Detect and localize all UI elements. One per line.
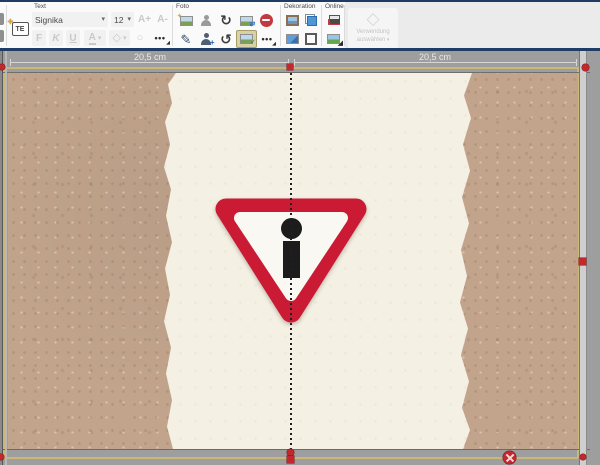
photo-more-button[interactable]: ••• ◢ [257, 31, 277, 47]
page-margin-left [5, 51, 7, 465]
section-label-online: Online [325, 4, 344, 11]
corner-arrow-icon: ◢ [166, 41, 170, 46]
page-edge-right-outer [586, 51, 587, 465]
section-divider [321, 5, 322, 46]
toolbar: Text TE + Signika ▾ 12 ▾ A+ A- F K U A ▾… [0, 2, 600, 48]
text-more-button[interactable]: ••• ◢ [149, 30, 171, 46]
section-divider [280, 5, 281, 46]
chevron-down-icon: ▾ [123, 35, 127, 42]
cutoff-toolbar-icon[interactable] [0, 13, 4, 25]
add-clipart-button[interactable] [284, 31, 301, 46]
rotate-handle[interactable] [503, 451, 516, 464]
add-framed-picture-button[interactable] [284, 13, 301, 28]
clipart-icon [286, 34, 299, 44]
measurement-line-left [10, 62, 289, 63]
flip-icon: ↺ [220, 32, 232, 46]
flip-photo-button[interactable]: ↺ [217, 31, 235, 47]
photo-person-button[interactable] [197, 13, 215, 28]
selection-boundary-top [0, 67, 588, 69]
frame-icon [305, 33, 317, 45]
toolbar-bottom-border [0, 48, 600, 51]
fold-line [290, 73, 292, 449]
chevron-down-icon: ▾ [387, 37, 390, 43]
plus-badge-icon: + [8, 17, 14, 28]
font-increase-button[interactable]: A+ [137, 12, 152, 27]
page-edge-left [2, 51, 3, 465]
rotate-photo-button[interactable]: ↻ [217, 12, 235, 28]
online-order-button[interactable] [325, 12, 342, 28]
card-canvas[interactable] [8, 73, 578, 449]
photo-add-icon: ✦ [180, 16, 193, 26]
selection-handle-top-center[interactable] [287, 64, 293, 70]
chevron-down-icon: ▾ [101, 16, 105, 23]
copy-decoration-button[interactable] [302, 12, 319, 28]
ruler-width-label-left: 20,5 cm [60, 52, 240, 62]
page-edge-top [0, 72, 590, 73]
person-add-icon: + [201, 33, 212, 45]
add-textbox-button[interactable]: TE + [8, 12, 32, 46]
selection-handle-bottom-left[interactable] [0, 454, 4, 460]
no-entry-icon [260, 14, 273, 27]
section-label-dekoration: Dekoration [284, 4, 315, 11]
remove-photo-button[interactable] [257, 12, 275, 28]
cutoff-toolbar-icon[interactable] [0, 30, 4, 42]
photo-frame-active-button[interactable]: ✓ [236, 30, 257, 48]
textbox-icon: TE + [12, 22, 29, 36]
font-family-value: Signika [35, 15, 63, 25]
page-edge-bottom [0, 449, 590, 450]
edit-photo-button[interactable]: ✎ [177, 31, 195, 47]
font-size-select[interactable]: 12 ▾ [111, 12, 134, 27]
chevron-down-icon: ▾ [127, 16, 131, 23]
fold-handle-dot[interactable] [287, 449, 294, 456]
section-divider [344, 5, 345, 46]
selection-handle-bottom-right[interactable] [580, 454, 586, 460]
text-color-icon: A [89, 32, 96, 45]
section-label-text: Text [34, 4, 46, 11]
copy-icon [305, 14, 317, 26]
upload-image-icon: ◢ [327, 34, 340, 44]
add-frame-button[interactable] [302, 31, 319, 47]
fold-handle-square[interactable] [287, 456, 294, 463]
diamond-icon: ◇ [366, 9, 379, 29]
text-color-button[interactable]: A ▾ [84, 30, 106, 46]
measurement-line-right [294, 62, 577, 63]
font-family-select[interactable]: Signika ▾ [32, 12, 108, 27]
rotate-icon: ↻ [220, 13, 232, 27]
selection-handle-top-right[interactable] [582, 64, 589, 71]
clear-formatting-button[interactable]: ○ [133, 30, 147, 46]
photo-swap-icon: ⇄ [240, 16, 253, 26]
chevron-down-icon: ▾ [98, 35, 102, 42]
underline-button[interactable]: U [66, 30, 80, 46]
ruler-width-label-right: 20,5 cm [345, 52, 525, 62]
online-upload-button[interactable]: ◢ [325, 31, 342, 47]
photo-check-icon: ✓ [240, 34, 253, 44]
text-highlight-button[interactable]: ◇ ▾ [109, 30, 130, 46]
add-photo-button[interactable]: ✦ [177, 13, 195, 28]
font-decrease-button[interactable]: A- [155, 12, 170, 27]
circle-icon: ○ [137, 33, 144, 44]
selection-handle-middle-right[interactable] [579, 258, 586, 265]
framed-picture-icon [286, 15, 299, 26]
person-icon [201, 15, 212, 27]
section-label-foto: Foto [176, 4, 189, 11]
pencil-icon: ✎ [181, 33, 192, 46]
highlight-icon: ◇ [113, 33, 121, 44]
printer-icon [328, 15, 340, 26]
replace-photo-button[interactable]: ⇄ [237, 13, 255, 28]
usage-select-button[interactable]: ◇ Verwendung auswählen ▾ [348, 8, 398, 49]
app-window: Text TE + Signika ▾ 12 ▾ A+ A- F K U A ▾… [0, 0, 600, 465]
font-size-value: 12 [114, 15, 123, 25]
yield-sign-graphic[interactable] [8, 73, 578, 449]
add-person-button[interactable]: + [197, 31, 215, 47]
corner-arrow-icon: ◢ [272, 42, 276, 47]
bold-button[interactable]: F [32, 30, 46, 46]
italic-button[interactable]: K [49, 30, 63, 46]
section-divider [172, 5, 173, 46]
